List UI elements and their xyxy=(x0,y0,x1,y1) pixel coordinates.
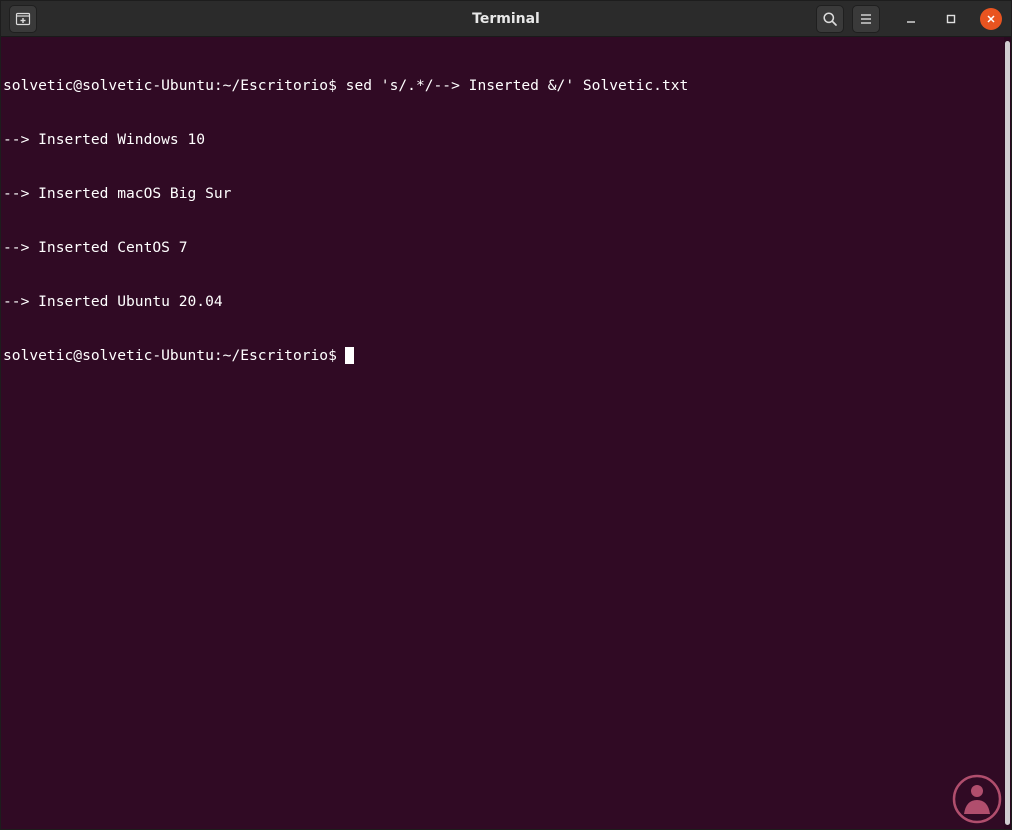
close-icon xyxy=(987,15,995,23)
maximize-button[interactable] xyxy=(941,9,961,29)
terminal-line: solvetic@solvetic-Ubuntu:~/Escritorio$ s… xyxy=(3,77,1003,95)
output-text: --> Inserted Ubuntu 20.04 xyxy=(3,293,223,310)
search-button[interactable] xyxy=(816,5,844,33)
text-cursor xyxy=(344,347,354,364)
command-text: sed 's/.*/--> Inserted &/' Solvetic.txt xyxy=(336,77,689,94)
output-text: --> Inserted CentOS 7 xyxy=(3,239,188,256)
maximize-icon xyxy=(946,14,956,24)
title-bar[interactable]: Terminal xyxy=(1,1,1011,37)
output-text: --> Inserted Windows 10 xyxy=(3,131,206,148)
vertical-scrollbar[interactable] xyxy=(1004,37,1011,829)
terminal-line: --> Inserted Ubuntu 20.04 xyxy=(3,293,1003,311)
scrollbar-thumb[interactable] xyxy=(1005,41,1010,825)
search-icon xyxy=(823,12,837,26)
terminal-line: --> Inserted CentOS 7 xyxy=(3,239,1003,257)
terminal-line: solvetic@solvetic-Ubuntu:~/Escritorio$ xyxy=(3,347,1003,365)
terminal-line: --> Inserted Windows 10 xyxy=(3,131,1003,149)
terminal-output[interactable]: solvetic@solvetic-Ubuntu:~/Escritorio$ s… xyxy=(1,37,1003,829)
solvetic-logo-icon xyxy=(952,774,1002,824)
minimize-icon xyxy=(907,21,915,23)
shell-prompt: solvetic@solvetic-Ubuntu:~/Escritorio$ xyxy=(3,347,337,364)
output-text: --> Inserted macOS Big Sur xyxy=(3,185,232,202)
hamburger-menu-icon xyxy=(861,14,871,24)
minimize-button[interactable] xyxy=(901,9,921,29)
terminal-window: Terminal solvetic@solvetic-Ubuntu:~/Escr… xyxy=(0,0,1012,830)
new-tab-button[interactable] xyxy=(9,5,37,33)
terminal-line: --> Inserted macOS Big Sur xyxy=(3,185,1003,203)
close-button[interactable] xyxy=(980,8,1002,30)
shell-prompt: solvetic@solvetic-Ubuntu:~/Escritorio$ xyxy=(3,77,337,94)
new-tab-icon xyxy=(15,12,31,26)
menu-button[interactable] xyxy=(852,5,880,33)
